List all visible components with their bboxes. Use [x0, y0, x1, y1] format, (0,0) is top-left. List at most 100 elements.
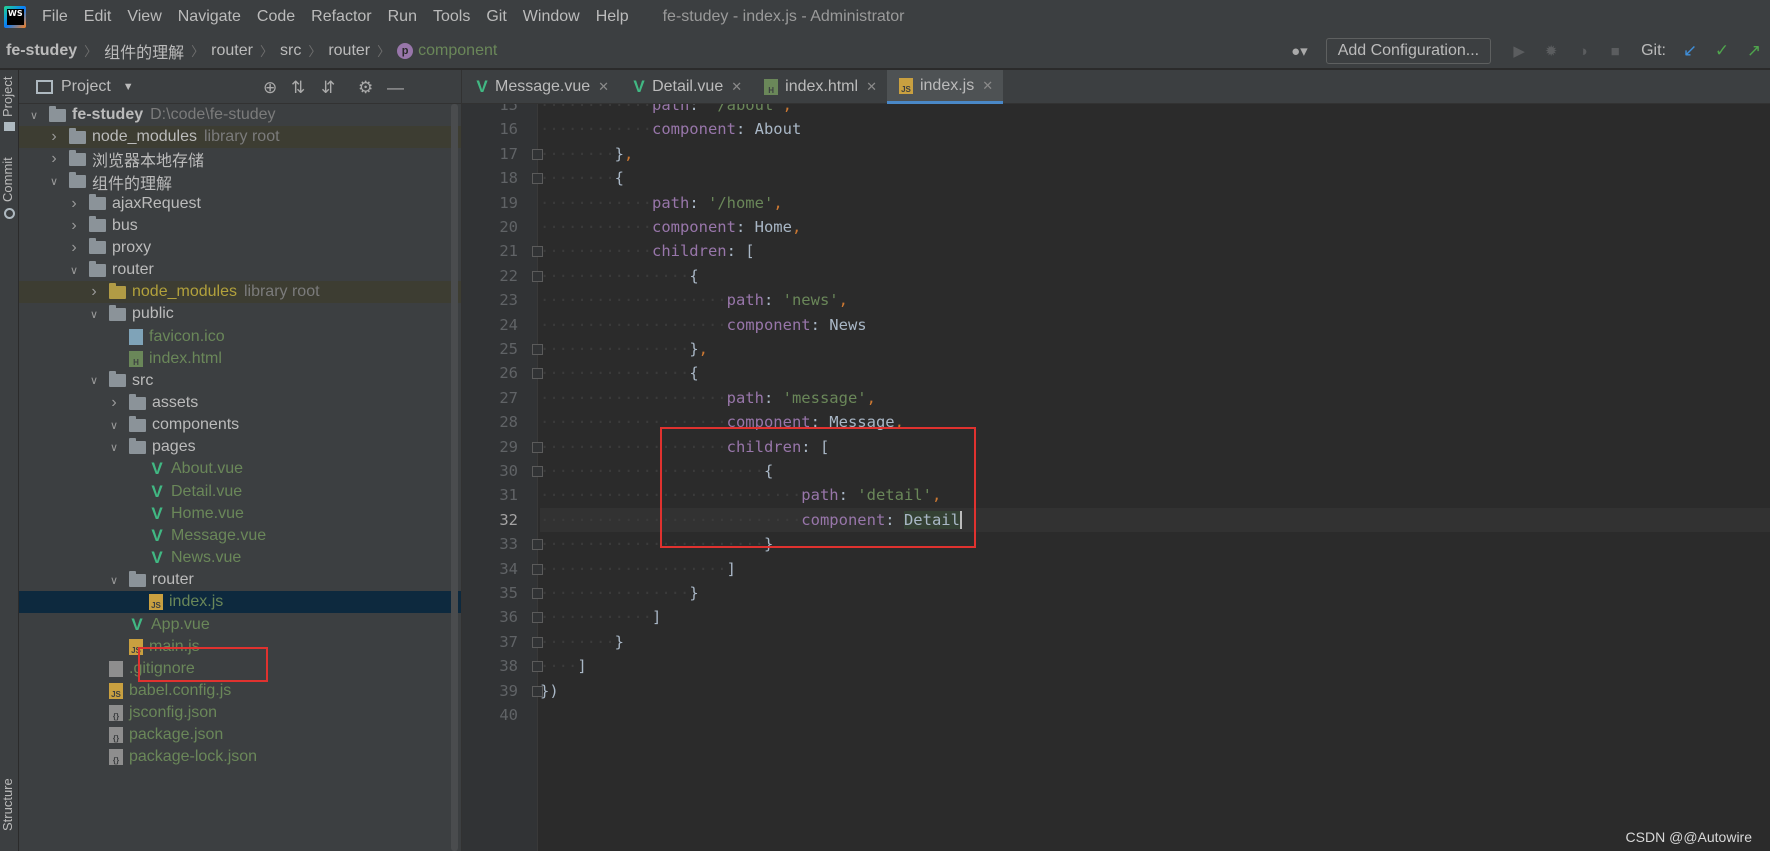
code-line[interactable]: ················{ — [540, 264, 1770, 288]
tree-item[interactable]: ›favicon.ico — [19, 326, 461, 348]
chevron-down-icon[interactable]: ∨ — [87, 308, 101, 321]
git-commit-icon[interactable]: ✓ — [1711, 41, 1733, 61]
code-line[interactable]: ········}, — [540, 142, 1770, 166]
chevron-right-icon[interactable]: › — [67, 195, 81, 213]
tree-item[interactable]: ∨ router — [19, 259, 461, 281]
code-line[interactable]: ················}, — [540, 337, 1770, 361]
chevron-down-icon[interactable]: ∨ — [47, 175, 61, 188]
tree-item[interactable]: › node_modules library root — [19, 126, 461, 149]
locate-icon[interactable]: ⊕ — [263, 78, 277, 98]
git-update-icon[interactable]: ↙ — [1679, 41, 1701, 61]
tree-item[interactable]: ›Hindex.html — [19, 348, 461, 370]
close-icon[interactable]: ✕ — [731, 79, 742, 95]
chevron-down-icon[interactable]: ▼ — [123, 81, 134, 93]
structure-tool-tab[interactable]: Structure — [0, 770, 19, 840]
tree-item[interactable]: ∨ src — [19, 370, 461, 392]
code-line[interactable]: ················} — [540, 581, 1770, 605]
code-line[interactable]: ····] — [540, 654, 1770, 678]
chevron-down-icon[interactable]: ∨ — [107, 574, 121, 587]
editor-tab[interactable]: Hindex.html ✕ — [752, 70, 887, 104]
code-line[interactable]: ············children: [ — [540, 239, 1770, 263]
code-line[interactable]: ····················path: 'message', — [540, 386, 1770, 410]
code-line[interactable] — [540, 703, 1770, 727]
tree-item[interactable]: ∨ router — [19, 569, 461, 591]
menu-window[interactable]: Window — [515, 0, 588, 33]
commit-tool-tab[interactable]: Commit — [0, 154, 19, 206]
collapse-all-icon[interactable]: ⇵ — [321, 78, 335, 98]
editor-tab[interactable]: V Message.vue ✕ — [462, 70, 619, 104]
tree-item[interactable]: ›VDetail.vue — [19, 481, 461, 503]
gear-icon[interactable]: ⚙ — [358, 78, 373, 98]
debug-icon[interactable]: ✹ — [1541, 42, 1561, 60]
menu-tools[interactable]: Tools — [425, 0, 478, 33]
tree-item[interactable]: ›VHome.vue — [19, 503, 461, 525]
tree-item[interactable]: ∨ components — [19, 414, 461, 436]
close-icon[interactable]: ✕ — [598, 79, 609, 95]
chevron-right-icon[interactable]: › — [47, 150, 61, 168]
tree-item[interactable]: › assets — [19, 392, 461, 414]
code-line[interactable]: ········} — [540, 630, 1770, 654]
breadcrumb-item[interactable]: src — [280, 42, 301, 60]
user-dropdown-icon[interactable]: ●▾ — [1291, 42, 1308, 60]
expand-all-icon[interactable]: ⇅ — [291, 78, 305, 98]
chevron-down-icon[interactable]: ∨ — [67, 264, 81, 277]
menu-help[interactable]: Help — [588, 0, 637, 33]
breadcrumb-item[interactable]: router — [211, 42, 253, 60]
chevron-right-icon[interactable]: › — [67, 239, 81, 257]
git-push-icon[interactable]: ↗ — [1743, 41, 1765, 61]
chevron-right-icon[interactable]: › — [107, 394, 121, 412]
close-icon[interactable]: ✕ — [982, 78, 993, 94]
tree-item[interactable]: ∨ 组件的理解 — [19, 170, 461, 193]
breadcrumb-symbol[interactable]: component — [418, 42, 497, 60]
tree-item[interactable]: ∨ pages — [19, 436, 461, 458]
chevron-right-icon[interactable]: › — [47, 128, 61, 146]
chevron-right-icon[interactable]: › — [87, 283, 101, 301]
menu-refactor[interactable]: Refactor — [303, 0, 379, 33]
editor-tab[interactable]: V Detail.vue ✕ — [619, 70, 752, 104]
code-line[interactable]: ············] — [540, 605, 1770, 629]
breadcrumb-item[interactable]: router — [328, 42, 370, 60]
menu-run[interactable]: Run — [380, 0, 425, 33]
hide-panel-icon[interactable]: — — [387, 78, 404, 98]
breadcrumb-item[interactable]: fe-studey — [6, 42, 77, 60]
menu-edit[interactable]: Edit — [76, 0, 120, 33]
code-line[interactable]: ············component: Home, — [540, 215, 1770, 239]
code-line[interactable]: ····················component: News — [540, 313, 1770, 337]
tree-item[interactable]: › node_modules library root — [19, 281, 461, 304]
menu-navigate[interactable]: Navigate — [170, 0, 249, 33]
menu-git[interactable]: Git — [478, 0, 514, 33]
add-configuration-button[interactable]: Add Configuration... — [1325, 38, 1492, 64]
menu-view[interactable]: View — [119, 0, 169, 33]
tree-item[interactable]: › proxy — [19, 237, 461, 259]
chevron-down-icon[interactable]: ∨ — [107, 419, 121, 432]
tree-item[interactable]: ›{}package.json — [19, 724, 461, 746]
menu-code[interactable]: Code — [249, 0, 303, 33]
code-line[interactable]: ················{ — [540, 361, 1770, 385]
run-icon[interactable]: ▶ — [1509, 42, 1529, 60]
code-line[interactable]: ····················path: 'news', — [540, 288, 1770, 312]
chevron-down-icon[interactable]: ∨ — [87, 374, 101, 387]
tree-item[interactable]: › bus — [19, 215, 461, 237]
tree-item[interactable]: ›VAbout.vue — [19, 458, 461, 480]
tree-item[interactable]: ∨ public — [19, 303, 461, 325]
tree-item[interactable]: ›JSbabel.config.js — [19, 680, 461, 702]
tree-item[interactable]: › ajaxRequest — [19, 193, 461, 215]
code-line[interactable]: }) — [540, 679, 1770, 703]
tree-item[interactable]: › 浏览器本地存储 — [19, 148, 461, 170]
project-panel-title[interactable]: Project — [61, 78, 111, 96]
breadcrumb-item[interactable]: 组件的理解 — [104, 39, 184, 63]
project-scrollbar[interactable] — [451, 104, 458, 851]
editor-tab[interactable]: JS index.js ✕ — [886, 70, 1004, 104]
code-area[interactable]: 15 16 17 18 19 20 21 22 23 24 25 26 27 28 29 30 31 32 33 34… — [462, 104, 1770, 851]
code-line[interactable]: ····················] — [540, 557, 1770, 581]
stop-icon[interactable]: ■ — [1605, 43, 1625, 60]
chevron-down-icon[interactable]: ∨ — [107, 441, 121, 454]
code-line[interactable]: ············component: About — [540, 117, 1770, 141]
code-line[interactable]: ············path: '/about', — [540, 104, 1770, 117]
tree-item[interactable]: ›VNews.vue — [19, 547, 461, 569]
code-line[interactable]: ········{ — [540, 166, 1770, 190]
code-line[interactable]: ············path: '/home', — [540, 191, 1770, 215]
project-tool-tab[interactable]: Project — [0, 72, 19, 122]
tree-item[interactable]: ›VApp.vue — [19, 613, 461, 635]
tree-item[interactable]: ›{}package-lock.json — [19, 746, 461, 768]
